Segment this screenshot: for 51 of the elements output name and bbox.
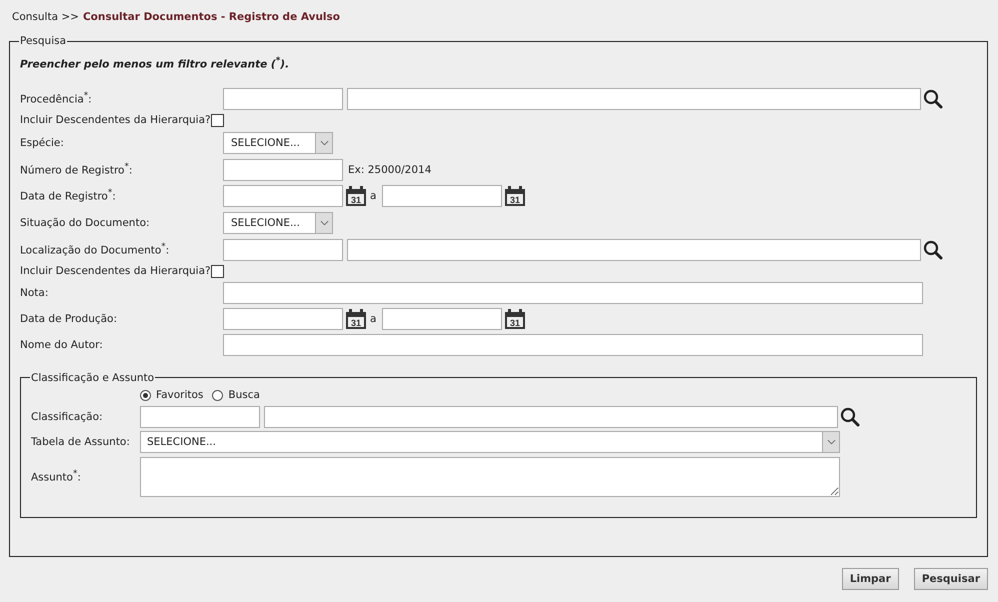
radio-option[interactable]: Busca xyxy=(212,389,260,401)
format-hint: Ex: 25000/2014 xyxy=(348,164,432,176)
checkbox[interactable] xyxy=(210,114,224,126)
radio-option[interactable]: Favoritos xyxy=(140,389,204,401)
panel-legend: Classificação e Assunto xyxy=(30,372,156,384)
field-label: Data de Registro$^{*}$: xyxy=(20,188,117,203)
search-icon[interactable] xyxy=(923,240,943,260)
field-label: Incluir Descendentes da Hierarquia? xyxy=(20,265,211,277)
date-field[interactable] xyxy=(382,184,502,206)
range-separator: a xyxy=(370,312,376,324)
name-field[interactable] xyxy=(347,238,921,260)
select-field[interactable]: SELECIONE... xyxy=(223,132,333,154)
field-label: Localização do Documento$^{*}$: xyxy=(20,242,170,257)
field-label: Situação do Documento: xyxy=(20,216,151,228)
field-label: Data de Produção: xyxy=(20,312,118,324)
code-field[interactable] xyxy=(223,88,343,110)
panel-legend: Pesquisa xyxy=(19,35,68,47)
date-field[interactable] xyxy=(223,184,343,206)
text-field[interactable] xyxy=(223,334,923,356)
search-icon[interactable] xyxy=(923,88,943,108)
field-label: Incluir Descendentes da Hierarquia? xyxy=(20,114,211,126)
checkbox[interactable] xyxy=(210,264,224,278)
instruction-text: Preencher pelo menos um filtro relevante ($^{*}$). xyxy=(20,56,290,70)
field-label: Nota: xyxy=(20,286,50,298)
search-icon[interactable] xyxy=(840,407,860,427)
range-separator: a xyxy=(370,190,376,202)
field-label: Procedência$^{*}$: xyxy=(20,91,93,106)
date-field[interactable] xyxy=(382,308,502,330)
text-field[interactable] xyxy=(223,158,343,180)
field-label: Assunto$^{*}$: xyxy=(31,469,82,484)
field-label: Tabela de Assunto: xyxy=(31,436,131,448)
text-field[interactable] xyxy=(223,282,923,304)
chevron-icon xyxy=(320,220,328,226)
field-label: Espécie: xyxy=(20,136,65,148)
name-field[interactable] xyxy=(264,406,838,428)
subject-textarea[interactable] xyxy=(140,456,840,496)
name-field[interactable] xyxy=(347,88,921,110)
chevron-icon xyxy=(826,439,836,445)
form-button[interactable]: Pesquisar xyxy=(914,568,988,590)
select-field[interactable]: SELECIONE... xyxy=(223,212,333,234)
select-field[interactable]: SELECIONE... xyxy=(140,431,840,453)
field-label: Número de Registro$^{*}$: xyxy=(20,162,134,177)
code-field[interactable] xyxy=(223,238,343,260)
breadcrumb-parent[interactable]: Consulta >> xyxy=(12,11,79,23)
field-label: Nome do Autor: xyxy=(20,338,104,350)
chevron-icon xyxy=(320,140,328,146)
field-label: Classificação: xyxy=(31,411,104,423)
form-button[interactable]: Limpar xyxy=(842,568,899,590)
page-title: Consultar Documentos - Registro de Avulso xyxy=(82,11,340,23)
date-field[interactable] xyxy=(223,308,343,330)
code-field[interactable] xyxy=(140,406,260,428)
